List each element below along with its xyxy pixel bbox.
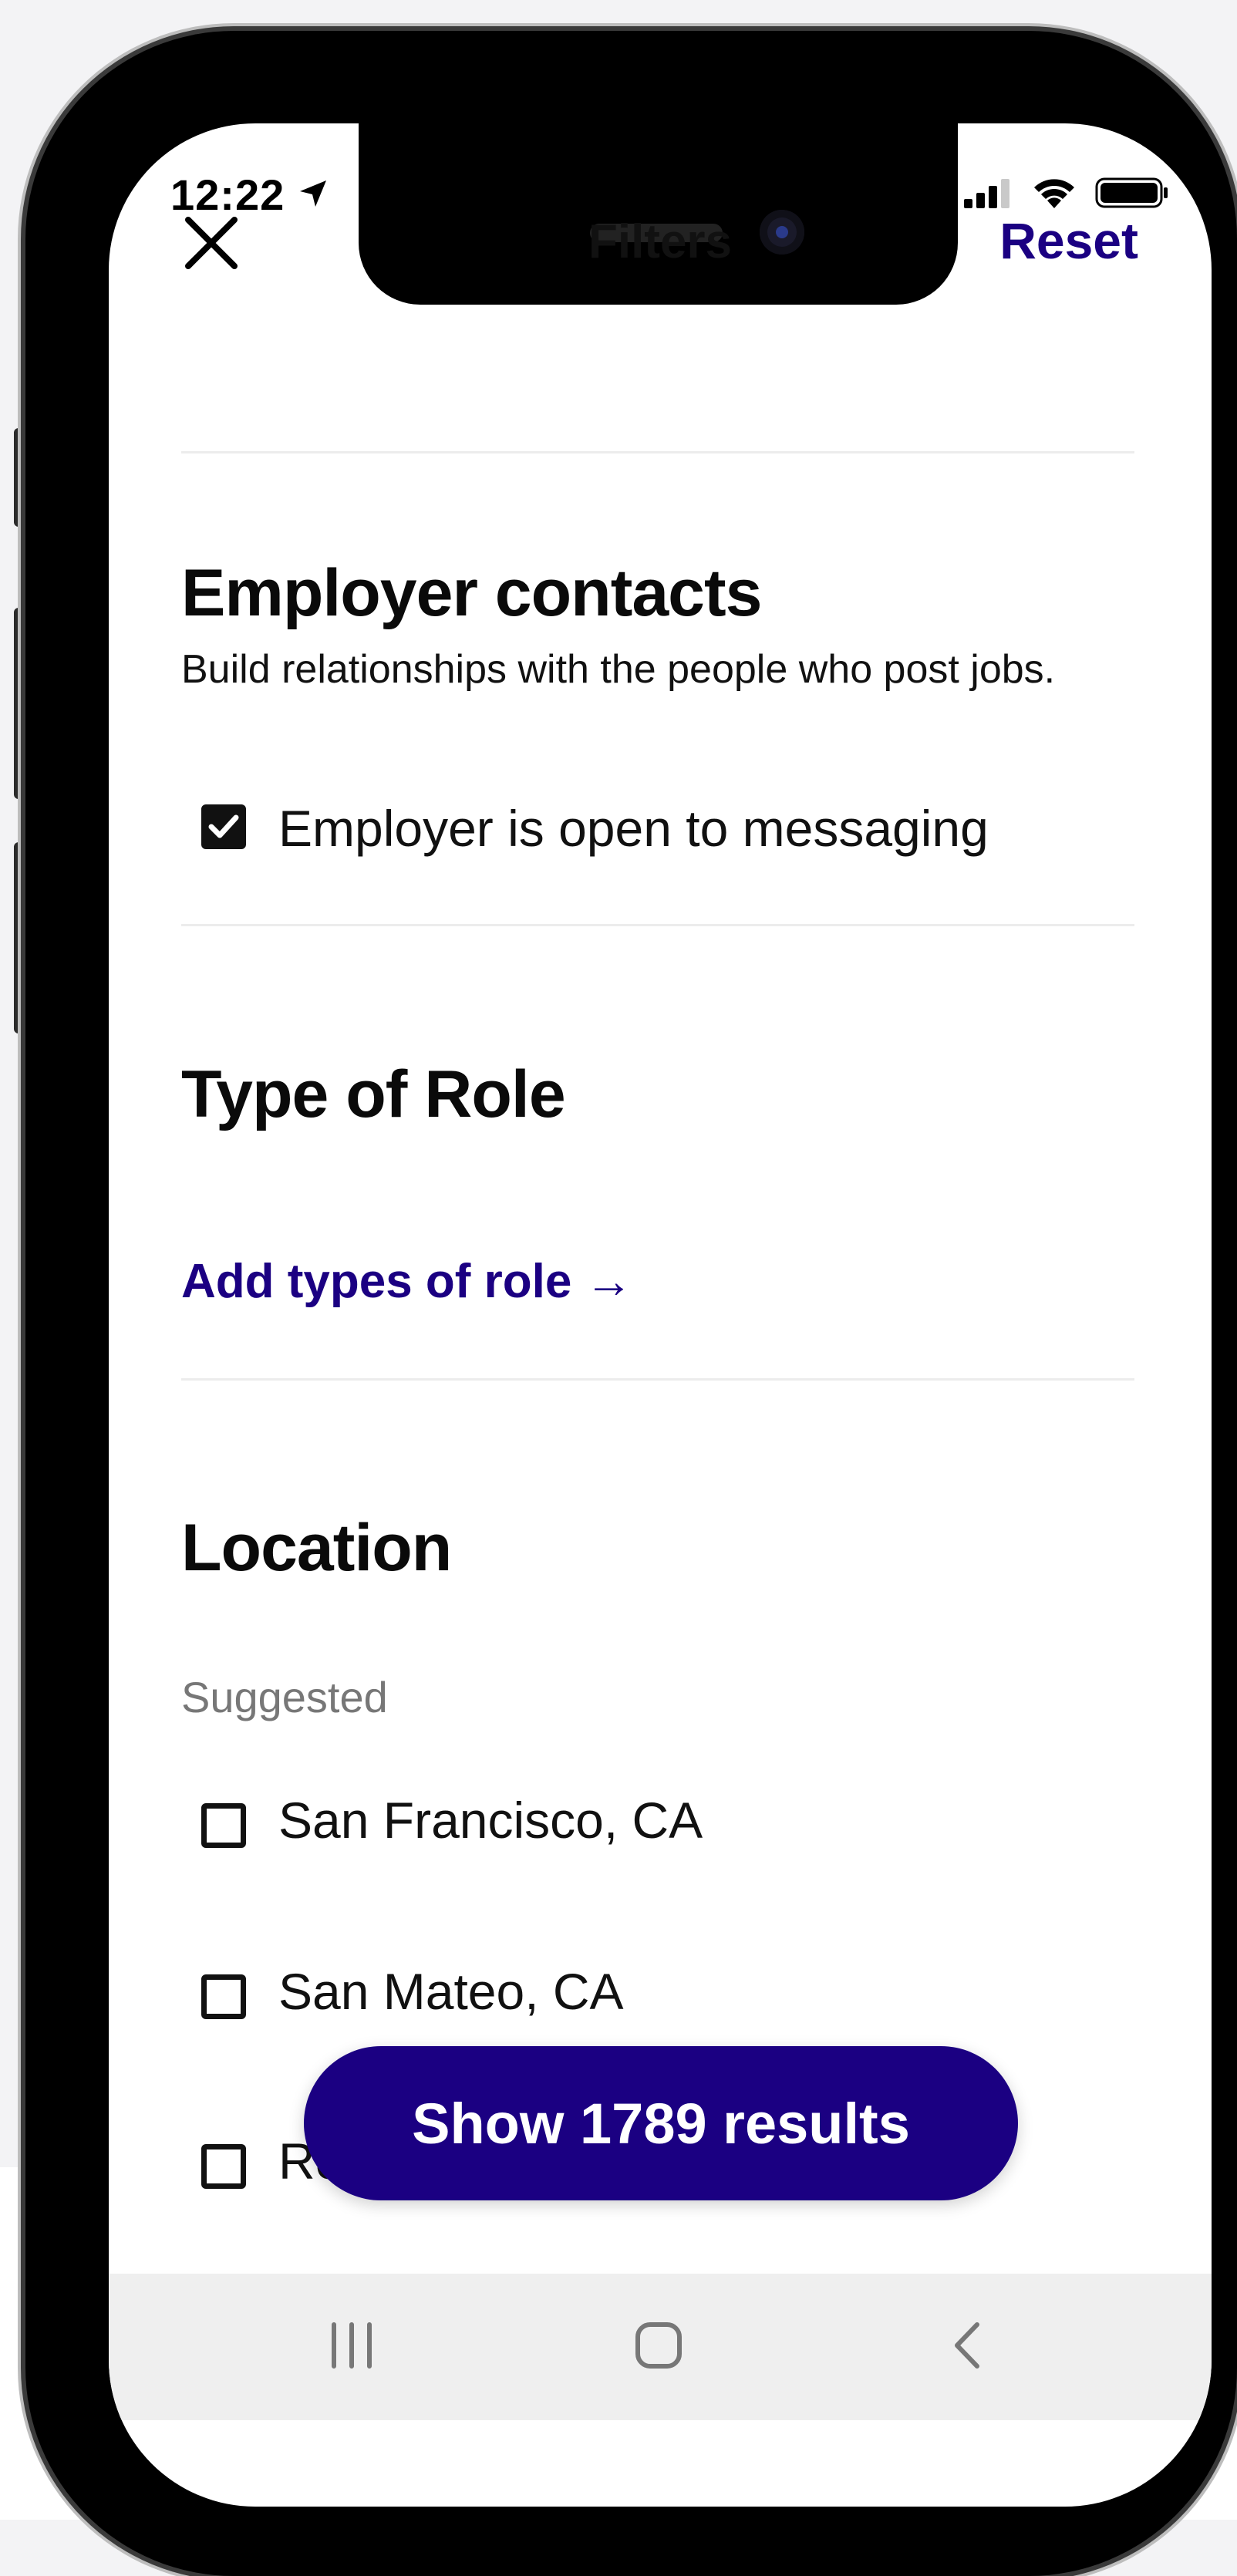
divider [181, 924, 1134, 926]
location-label[interactable]: San Mateo, CA [278, 1962, 624, 2021]
location-label[interactable]: San Francisco, CA [278, 1791, 703, 1849]
divider [181, 1378, 1134, 1381]
phone-frame: 12:22 Filters Reset Employer contacts Bu… [25, 31, 1237, 2576]
add-types-of-role-link[interactable]: Add types of role → [181, 1254, 633, 1309]
type-of-role-title: Type of Role [181, 1057, 566, 1131]
reset-button[interactable]: Reset [999, 211, 1138, 270]
show-results-button[interactable]: Show 1789 results [304, 2046, 1018, 2200]
navigation-bar [109, 2274, 1212, 2420]
messaging-label[interactable]: Employer is open to messaging [278, 799, 989, 858]
back-icon[interactable] [942, 2318, 996, 2372]
mute-switch [14, 428, 25, 527]
divider [181, 451, 1134, 453]
volume-down-button [14, 842, 25, 1033]
battery-icon [1095, 177, 1168, 208]
volume-up-button [14, 608, 25, 799]
screen: 12:22 Filters Reset Employer contacts Bu… [109, 123, 1212, 2507]
suggested-subheading: Suggested [181, 1673, 388, 1721]
location-checkbox[interactable] [201, 2144, 246, 2189]
home-icon[interactable] [632, 2318, 686, 2372]
wifi-icon [1034, 179, 1074, 208]
location-checkbox[interactable] [201, 1974, 246, 2019]
checkmark-icon [208, 814, 239, 838]
status-icons [962, 176, 1169, 210]
location-arrow-icon [300, 180, 326, 207]
signal-icon [964, 179, 1009, 208]
employer-contacts-description: Build relationships with the people who … [181, 647, 1056, 692]
messaging-checkbox[interactable] [201, 804, 246, 849]
location-title: Location [181, 1511, 452, 1585]
recent-apps-icon[interactable] [325, 2318, 379, 2372]
employer-contacts-title: Employer contacts [181, 556, 762, 630]
location-checkbox[interactable] [201, 1803, 246, 1848]
